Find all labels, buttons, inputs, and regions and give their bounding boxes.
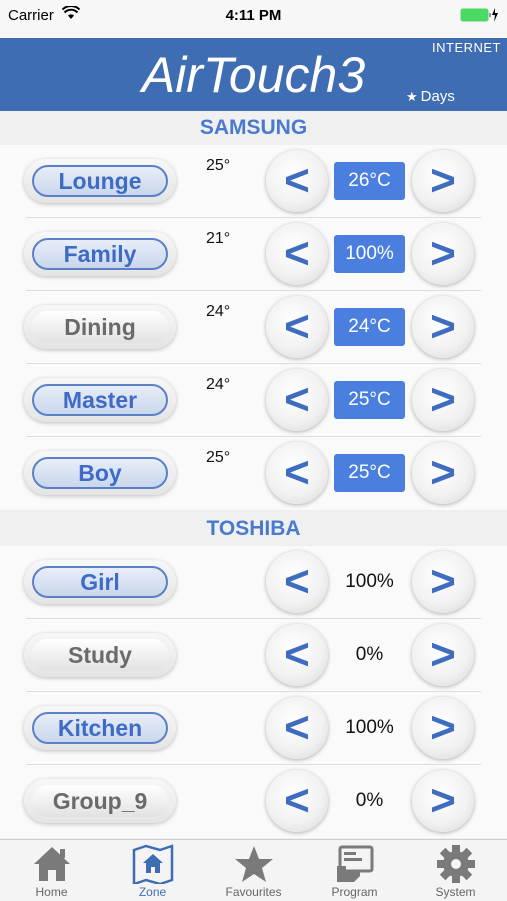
increase-button[interactable]: > <box>412 296 474 358</box>
days-button[interactable]: ★ Days <box>406 88 455 105</box>
decrease-button[interactable]: < <box>266 223 328 285</box>
zone-toggle-dining[interactable]: Dining <box>24 305 176 349</box>
tab-bar: Home Zone Favourites Program System <box>0 839 507 901</box>
decrease-button[interactable]: < <box>266 442 328 504</box>
zone-toggle-lounge[interactable]: Lounge <box>24 159 176 203</box>
tab-label: Zone <box>138 885 167 899</box>
setpoint-value: 25°C <box>334 381 405 419</box>
increase-button[interactable]: > <box>412 442 474 504</box>
decrease-button[interactable]: < <box>266 369 328 431</box>
setpoint-value: 100% <box>334 235 405 273</box>
group-header-toshiba: TOSHIBA <box>0 512 507 546</box>
setpoint-value: 25°C <box>334 454 405 492</box>
zone-name: Girl <box>32 566 168 598</box>
home-icon <box>34 847 70 881</box>
increase-button[interactable]: > <box>412 150 474 212</box>
zone-row: Dining 24° < 24°C > <box>0 291 507 364</box>
tab-zone[interactable]: Zone <box>102 840 203 901</box>
zone-row: Lounge 25° < 26°C > <box>0 145 507 218</box>
decrease-button[interactable]: < <box>266 697 328 759</box>
damper-value: 0% <box>355 644 384 665</box>
zone-row: Family 21° < 100% > <box>0 218 507 291</box>
zone-name: Lounge <box>32 165 168 197</box>
tab-program[interactable]: Program <box>304 840 405 901</box>
program-icon <box>337 845 374 882</box>
room-temperature: 25° <box>206 157 231 174</box>
tab-label: Home <box>35 885 68 899</box>
star-icon: ★ <box>406 89 418 104</box>
tab-system[interactable]: System <box>405 840 506 901</box>
zone-row: Master 24° < 25°C > <box>0 364 507 437</box>
decrease-button[interactable]: < <box>266 150 328 212</box>
clock: 4:11 PM <box>225 7 282 24</box>
decrease-button[interactable]: < <box>266 296 328 358</box>
zone-toggle-boy[interactable]: Boy <box>24 451 176 495</box>
setpoint-value: 24°C <box>334 308 405 346</box>
room-temperature: 21° <box>206 230 231 247</box>
zone-toggle-master[interactable]: Master <box>24 378 176 422</box>
room-temperature: 24° <box>206 303 231 320</box>
increase-button[interactable]: > <box>412 624 474 686</box>
damper-value: 100% <box>345 571 394 592</box>
tab-label: Favourites <box>225 885 282 899</box>
zone-row: Kitchen < 100% > <box>0 692 507 765</box>
zone-toggle-group-9[interactable]: Group_9 <box>24 779 176 823</box>
zone-name: Study <box>32 639 168 671</box>
increase-button[interactable]: > <box>412 551 474 613</box>
battery-icon <box>460 7 500 28</box>
tab-home[interactable]: Home <box>1 840 102 901</box>
decrease-button[interactable]: < <box>266 624 328 686</box>
zone-toggle-kitchen[interactable]: Kitchen <box>24 706 176 750</box>
tab-label: System <box>435 885 476 899</box>
tab-label: Program <box>331 885 378 899</box>
days-label: Days <box>420 88 455 105</box>
damper-value: 0% <box>355 790 384 811</box>
room-temperature: 24° <box>206 376 231 393</box>
zone-name: Kitchen <box>32 712 168 744</box>
zone-name: Group_9 <box>32 785 168 817</box>
zone-name: Master <box>32 384 168 416</box>
decrease-button[interactable]: < <box>266 770 328 832</box>
zone-name: Family <box>32 238 168 270</box>
decrease-button[interactable]: < <box>266 551 328 613</box>
zone-toggle-study[interactable]: Study <box>24 633 176 677</box>
damper-value: 100% <box>345 717 394 738</box>
increase-button[interactable]: > <box>412 697 474 759</box>
increase-button[interactable]: > <box>412 223 474 285</box>
zone-row: Study < 0% > <box>0 619 507 692</box>
room-temperature: 25° <box>206 449 231 466</box>
internet-indicator: INTERNET <box>432 40 501 55</box>
app-header: AirTouch3 INTERNET ★ Days <box>0 38 507 111</box>
gear-icon <box>437 845 475 883</box>
zone-toggle-girl[interactable]: Girl <box>24 560 176 604</box>
status-bar: Carrier 4:11 PM <box>0 0 507 38</box>
increase-button[interactable]: > <box>412 770 474 832</box>
setpoint-value: 26°C <box>334 162 405 200</box>
zone-name: Dining <box>32 311 168 343</box>
zone-name: Boy <box>32 457 168 489</box>
increase-button[interactable]: > <box>412 369 474 431</box>
zone-toggle-family[interactable]: Family <box>24 232 176 276</box>
zone-row: Group_9 < 0% > <box>0 765 507 838</box>
star-icon <box>235 846 273 882</box>
zone-map-icon <box>132 844 174 884</box>
group-header-samsung: SAMSUNG <box>0 111 507 145</box>
tab-favourites[interactable]: Favourites <box>203 840 304 901</box>
zone-row: Boy 25° < 25°C > <box>0 437 507 510</box>
zone-row: Girl < 100% > <box>0 546 507 619</box>
